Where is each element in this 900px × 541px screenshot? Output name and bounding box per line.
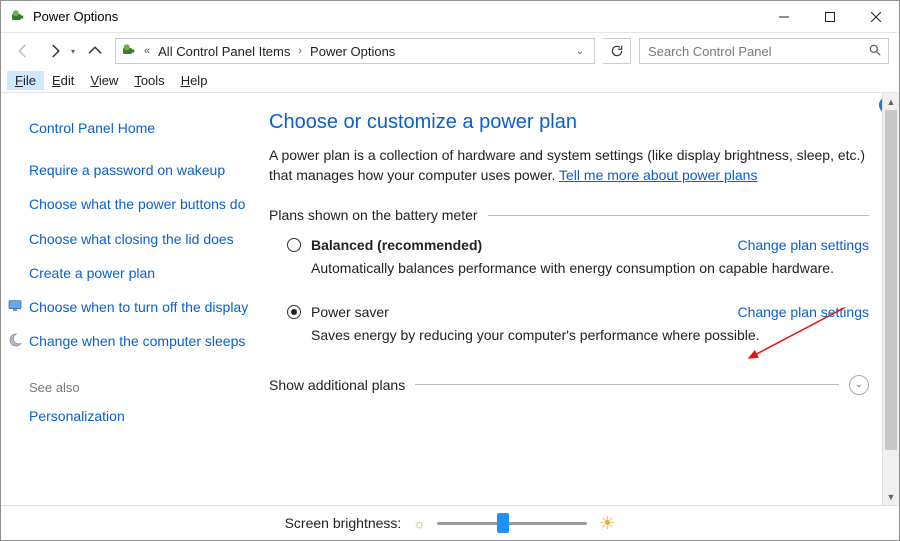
menu-bar: File Edit View Tools Help	[1, 69, 899, 93]
search-input[interactable]	[646, 43, 862, 60]
search-icon[interactable]	[868, 43, 882, 60]
scroll-down-icon[interactable]: ▼	[883, 488, 899, 505]
see-also-label: See also	[29, 358, 249, 401]
breadcrumb-item-1[interactable]: All Control Panel Items	[154, 44, 294, 59]
window-title: Power Options	[33, 9, 761, 24]
page-heading: Choose or customize a power plan	[269, 111, 869, 134]
brightness-slider-thumb[interactable]	[497, 513, 509, 533]
sidebar-link-computer-sleeps[interactable]: Change when the computer sleeps	[29, 324, 249, 358]
breadcrumb-item-2[interactable]: Power Options	[306, 44, 399, 59]
plan-balanced-radio[interactable]	[287, 238, 301, 252]
plan-power-saver-desc: Saves energy by reducing your computer's…	[311, 326, 869, 345]
scrollbar-thumb[interactable]	[885, 110, 897, 450]
plan-power-saver-change-link[interactable]: Change plan settings	[737, 304, 869, 320]
see-also-personalization[interactable]: Personalization	[29, 401, 249, 433]
brightness-label: Screen brightness:	[285, 515, 402, 531]
history-dropdown-icon[interactable]: ▾	[71, 47, 75, 56]
up-button[interactable]	[83, 39, 107, 63]
sidebar-link-create-plan[interactable]: Create a power plan	[29, 256, 249, 290]
refresh-button[interactable]	[603, 38, 631, 64]
breadcrumb-separator-icon: ›	[296, 45, 304, 57]
sun-high-icon: ☀	[599, 513, 615, 534]
menu-tools[interactable]: Tools	[126, 71, 172, 90]
minimize-button[interactable]	[761, 1, 807, 33]
window-controls	[761, 1, 899, 33]
sidebar-link-require-password[interactable]: Require a password on wakeup	[29, 153, 249, 187]
vertical-scrollbar[interactable]: ▲ ▼	[882, 93, 899, 505]
sidebar-link-power-buttons[interactable]: Choose what the power buttons do	[29, 187, 249, 221]
chevron-down-icon[interactable]: ⌄	[849, 375, 869, 395]
address-bar-row: ▾ « All Control Panel Items › Power Opti…	[1, 33, 899, 69]
sidebar-link-closing-lid[interactable]: Choose what closing the lid does	[29, 222, 249, 256]
plan-balanced-desc: Automatically balances performance with …	[311, 259, 869, 278]
plans-section-label: Plans shown on the battery meter	[269, 207, 869, 223]
app-icon	[9, 8, 27, 26]
tell-me-more-link[interactable]: Tell me more about power plans	[559, 167, 757, 183]
breadcrumb-bar[interactable]: « All Control Panel Items › Power Option…	[115, 38, 595, 64]
show-additional-plans[interactable]: Show additional plans ⌄	[269, 375, 869, 395]
content-area: Control Panel Home Require a password on…	[1, 93, 899, 505]
plan-power-saver-radio[interactable]	[287, 305, 301, 319]
menu-edit[interactable]: Edit	[44, 71, 82, 90]
titlebar: Power Options	[1, 1, 899, 33]
brightness-slider[interactable]	[437, 513, 587, 533]
main-pane: ? Choose or customize a power plan A pow…	[259, 93, 899, 505]
forward-button[interactable]	[43, 39, 67, 63]
breadcrumb-prefix: «	[142, 45, 152, 57]
plan-power-saver-name[interactable]: Power saver	[311, 304, 389, 320]
breadcrumb-dropdown-icon[interactable]: ⌄	[570, 46, 590, 57]
control-panel-home-link[interactable]: Control Panel Home	[29, 111, 249, 153]
menu-help[interactable]: Help	[173, 71, 216, 90]
moon-icon	[7, 332, 23, 348]
menu-view[interactable]: View	[82, 71, 126, 90]
sidebar-link-turn-off-display[interactable]: Choose when to turn off the display	[29, 290, 249, 324]
plan-balanced-change-link[interactable]: Change plan settings	[737, 237, 869, 253]
sidebar: Control Panel Home Require a password on…	[1, 93, 259, 505]
maximize-button[interactable]	[807, 1, 853, 33]
monitor-icon	[7, 298, 23, 314]
search-box[interactable]	[639, 38, 889, 64]
close-button[interactable]	[853, 1, 899, 33]
plan-power-saver: Power saver Change plan settings Saves e…	[287, 304, 869, 345]
brightness-bar: Screen brightness: ☼ ☀	[1, 505, 899, 540]
back-button[interactable]	[11, 39, 35, 63]
breadcrumb-icon	[120, 42, 138, 60]
plan-balanced: Balanced (recommended) Change plan setti…	[287, 237, 869, 278]
sun-low-icon: ☼	[413, 516, 425, 531]
page-description: A power plan is a collection of hardware…	[269, 146, 869, 185]
plan-balanced-name[interactable]: Balanced (recommended)	[311, 237, 482, 253]
menu-file[interactable]: File	[7, 71, 44, 90]
scroll-up-icon[interactable]: ▲	[883, 93, 899, 110]
